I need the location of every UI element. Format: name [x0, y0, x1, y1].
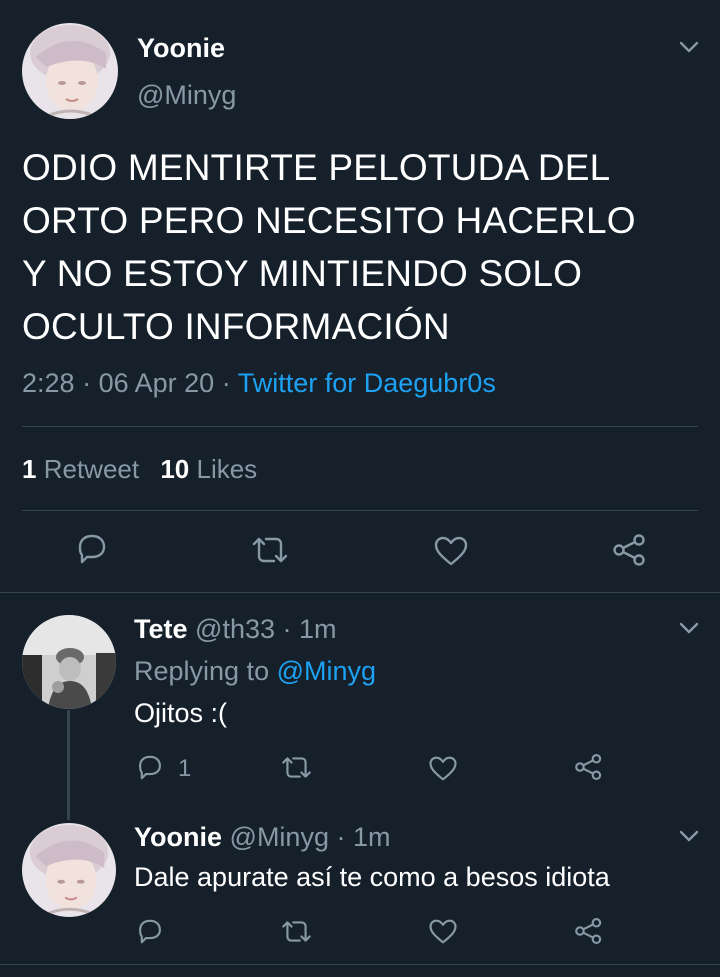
tweet-date: 06 Apr 20 — [98, 368, 215, 398]
retweet-stat[interactable]: 1 Retweet — [22, 454, 146, 484]
retweet-button[interactable] — [280, 755, 313, 780]
handle[interactable]: @Minyg — [137, 80, 236, 111]
reply-header: Yoonie @Minyg · 1m — [134, 822, 390, 853]
like-button[interactable] — [433, 535, 469, 567]
retweet-button[interactable] — [250, 535, 290, 565]
like-icon — [434, 536, 468, 566]
tweet-time: 2:28 — [22, 368, 75, 398]
retweet-count: 1 — [22, 454, 37, 484]
share-button[interactable] — [574, 917, 604, 945]
divider — [0, 964, 720, 965]
thread-line — [67, 710, 70, 820]
chevron-down-icon[interactable] — [679, 621, 699, 640]
like-icon — [429, 756, 457, 781]
retweet-label: Retweet — [43, 454, 140, 484]
tweet-text-line: Y NO ESTOY MINTIENDO SOLO — [22, 253, 583, 294]
reply-text: Ojitos :( — [134, 698, 228, 728]
like-icon — [429, 919, 457, 944]
reply-icon — [139, 755, 161, 780]
avatar[interactable] — [22, 823, 116, 917]
avatar[interactable] — [22, 23, 118, 119]
display-name[interactable]: Yoonie — [137, 33, 225, 64]
like-count: 10 — [160, 454, 190, 484]
tweet-meta: 2:28 · 06 Apr 20 · Twitter for Daegubr0s — [22, 368, 496, 399]
reply-time: · 1m — [282, 614, 337, 644]
retweet-icon — [282, 921, 311, 942]
share-icon — [575, 917, 602, 945]
replying-to: Replying to @Minyg — [134, 656, 376, 687]
meta-separator: · — [82, 368, 92, 398]
display-name[interactable]: Yoonie — [134, 822, 222, 852]
tweet-text-line: ODIO MENTIRTE PELOTUDA DEL — [22, 147, 611, 188]
tweet-stats: 1 Retweet 10 Likes — [22, 454, 257, 485]
like-label: Likes — [196, 454, 258, 484]
chevron-down-icon[interactable] — [679, 829, 699, 848]
divider — [22, 426, 698, 427]
like-button[interactable] — [428, 755, 458, 782]
share-icon — [575, 753, 602, 781]
reply-button[interactable] — [136, 754, 164, 781]
reply-header: Tete @th33 · 1m — [134, 614, 337, 645]
handle[interactable]: @Minyg — [230, 822, 329, 852]
chevron-down-icon[interactable] — [679, 40, 699, 59]
tweet-text-line: ORTO PERO NECESITO HACERLO — [22, 200, 636, 241]
reply-text: Dale apurate así te como a besos idiota — [134, 862, 610, 892]
retweet-button[interactable] — [280, 919, 313, 944]
reply-icon — [139, 919, 161, 944]
reply-button[interactable] — [75, 533, 109, 565]
replying-handle-link[interactable]: @Minyg — [277, 656, 376, 686]
meta-separator: · — [221, 368, 231, 398]
retweet-icon — [252, 537, 288, 563]
display-name[interactable]: Tete — [134, 614, 188, 644]
reply-icon — [78, 534, 106, 564]
like-stat[interactable]: 10 Likes — [160, 454, 257, 484]
like-button[interactable] — [428, 918, 458, 945]
tweet-text-line: OCULTO INFORMACIÓN — [22, 306, 450, 347]
reply-count: 1 — [178, 755, 192, 782]
retweet-icon — [282, 757, 311, 778]
share-button[interactable] — [612, 533, 648, 567]
replying-label: Replying to — [134, 656, 270, 686]
divider — [22, 510, 698, 511]
tweet-source-link[interactable]: Twitter for Daegubr0s — [238, 368, 496, 398]
tweet-text: ODIO MENTIRTE PELOTUDA DEL ORTO PERO NEC… — [22, 141, 702, 353]
share-button[interactable] — [574, 753, 604, 781]
reply-time: · 1m — [336, 822, 391, 852]
avatar[interactable] — [22, 615, 116, 709]
divider — [0, 592, 720, 593]
reply-button[interactable] — [136, 918, 164, 945]
handle[interactable]: @th33 — [195, 614, 275, 644]
share-icon — [613, 534, 645, 566]
